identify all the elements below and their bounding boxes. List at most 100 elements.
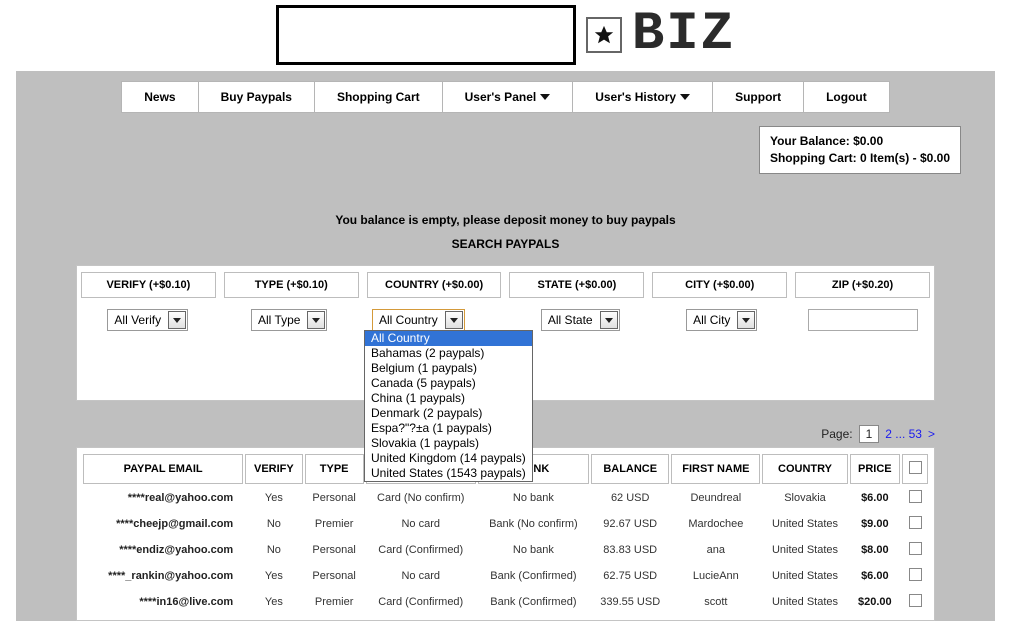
dropdown-button[interactable]: [307, 311, 325, 329]
dropdown-button[interactable]: [445, 311, 463, 329]
country-dropdown-list[interactable]: All CountryBahamas (2 paypals)Belgium (1…: [364, 330, 533, 482]
row-checkbox[interactable]: [909, 490, 922, 503]
table-row: ****cheejp@gmail.comNoPremierNo cardBank…: [83, 512, 928, 536]
type-select[interactable]: All Type: [251, 309, 327, 331]
state-select[interactable]: All State: [541, 309, 620, 331]
col-type: TYPE: [305, 454, 364, 484]
cell: Yes: [245, 590, 302, 614]
pager-current: 1: [859, 425, 880, 443]
menu-support[interactable]: Support: [712, 81, 804, 113]
dropdown-button[interactable]: [737, 311, 755, 329]
country-option[interactable]: All Country: [365, 331, 532, 346]
cell: United States: [762, 512, 847, 536]
col-verify: VERIFY: [245, 454, 302, 484]
filter-body-row: All Verify All Type All Country All Coun…: [77, 299, 934, 340]
cell: United States: [762, 564, 847, 588]
filter-header-verify: VERIFY (+$0.10): [81, 272, 216, 298]
logo-area: BIZ: [0, 0, 1011, 71]
row-checkbox[interactable]: [909, 594, 922, 607]
country-option[interactable]: Bahamas (2 paypals): [365, 346, 532, 361]
pager-next-button[interactable]: >: [928, 427, 935, 441]
cart-line: Shopping Cart: 0 Item(s) - $0.00: [770, 150, 950, 167]
cell: Premier: [305, 590, 364, 614]
country-select[interactable]: All Country: [372, 309, 465, 331]
pager-link[interactable]: 2 ... 53: [885, 427, 922, 441]
country-option[interactable]: United Kingdom (14 paypals): [365, 451, 532, 466]
price-cell: $9.00: [850, 512, 900, 536]
cell: No card: [366, 512, 476, 536]
select-label: All Country: [373, 313, 444, 327]
search-panel: VERIFY (+$0.10) TYPE (+$0.10) COUNTRY (+…: [76, 265, 935, 401]
city-select[interactable]: All City: [686, 309, 757, 331]
country-option[interactable]: Belgium (1 paypals): [365, 361, 532, 376]
country-option[interactable]: Canada (5 paypals): [365, 376, 532, 391]
menu-users-panel[interactable]: User's Panel: [442, 81, 574, 113]
select-label: All City: [687, 313, 736, 327]
dropdown-button[interactable]: [600, 311, 618, 329]
cell: ana: [671, 538, 760, 562]
menu-label: User's Panel: [465, 90, 537, 104]
menu-shopping-cart[interactable]: Shopping Cart: [314, 81, 443, 113]
cell: 62 USD: [591, 486, 669, 510]
menu-label: Shopping Cart: [337, 90, 420, 104]
chevron-down-icon: [680, 94, 690, 100]
col-email: PAYPAL EMAIL: [83, 454, 243, 484]
select-all-checkbox[interactable]: [909, 461, 922, 474]
country-option[interactable]: Slovakia (1 paypals): [365, 436, 532, 451]
table-row: ****_rankin@yahoo.comYesPersonalNo cardB…: [83, 564, 928, 588]
menu-users-history[interactable]: User's History: [572, 81, 713, 113]
row-checkbox[interactable]: [909, 542, 922, 555]
price-cell: $6.00: [850, 564, 900, 588]
cell: No: [245, 538, 302, 562]
pager: Page: 1 2 ... 53 >: [821, 425, 935, 443]
cell: Card (No confirm): [366, 486, 476, 510]
cell: Bank (No confirm): [478, 512, 589, 536]
cell: 339.55 USD: [591, 590, 669, 614]
cell: No: [245, 512, 302, 536]
chevron-down-icon: [173, 318, 181, 323]
col-first: FIRST NAME: [671, 454, 760, 484]
price-cell: $20.00: [850, 590, 900, 614]
col-price: PRICE: [850, 454, 900, 484]
search-title: SEARCH PAYPALS: [16, 237, 995, 251]
cell: Premier: [305, 512, 364, 536]
cell: ****_rankin@yahoo.com: [83, 564, 243, 588]
cell: Bank (Confirmed): [478, 564, 589, 588]
select-label: All Verify: [108, 313, 167, 327]
cell: 62.75 USD: [591, 564, 669, 588]
country-option[interactable]: China (1 paypals): [365, 391, 532, 406]
check-cell: [902, 512, 928, 536]
menu-logout[interactable]: Logout: [803, 81, 890, 113]
cell: LucieAnn: [671, 564, 760, 588]
star-svg: [593, 24, 615, 46]
zip-input[interactable]: [808, 309, 918, 331]
filter-header-row: VERIFY (+$0.10) TYPE (+$0.10) COUNTRY (+…: [77, 266, 934, 299]
price-cell: $6.00: [850, 486, 900, 510]
verify-select[interactable]: All Verify: [107, 309, 188, 331]
cell: ****endiz@yahoo.com: [83, 538, 243, 562]
country-option[interactable]: United States (1543 paypals): [365, 466, 532, 481]
cell: scott: [671, 590, 760, 614]
row-checkbox[interactable]: [909, 516, 922, 529]
filter-header-country: COUNTRY (+$0.00): [367, 272, 502, 298]
cell: 92.67 USD: [591, 512, 669, 536]
col-balance: BALANCE: [591, 454, 669, 484]
dropdown-button[interactable]: [168, 311, 186, 329]
country-option[interactable]: Espa?"?±a (1 paypals): [365, 421, 532, 436]
cell: ****in16@live.com: [83, 590, 243, 614]
row-checkbox[interactable]: [909, 568, 922, 581]
filter-header-city: CITY (+$0.00): [652, 272, 787, 298]
cell: Slovakia: [762, 486, 847, 510]
chevron-down-icon: [540, 94, 550, 100]
table-row: ****real@yahoo.comYesPersonalCard (No co…: [83, 486, 928, 510]
cell: Mardochee: [671, 512, 760, 536]
menu-label: Buy Paypals: [221, 90, 292, 104]
country-option[interactable]: Denmark (2 paypals): [365, 406, 532, 421]
cell: Deundreal: [671, 486, 760, 510]
cell: United States: [762, 538, 847, 562]
menu-news[interactable]: News: [121, 81, 198, 113]
balance-box: Your Balance: $0.00 Shopping Cart: 0 Ite…: [759, 126, 961, 174]
cell: United States: [762, 590, 847, 614]
menu-buy-paypals[interactable]: Buy Paypals: [198, 81, 315, 113]
cell: No bank: [478, 486, 589, 510]
